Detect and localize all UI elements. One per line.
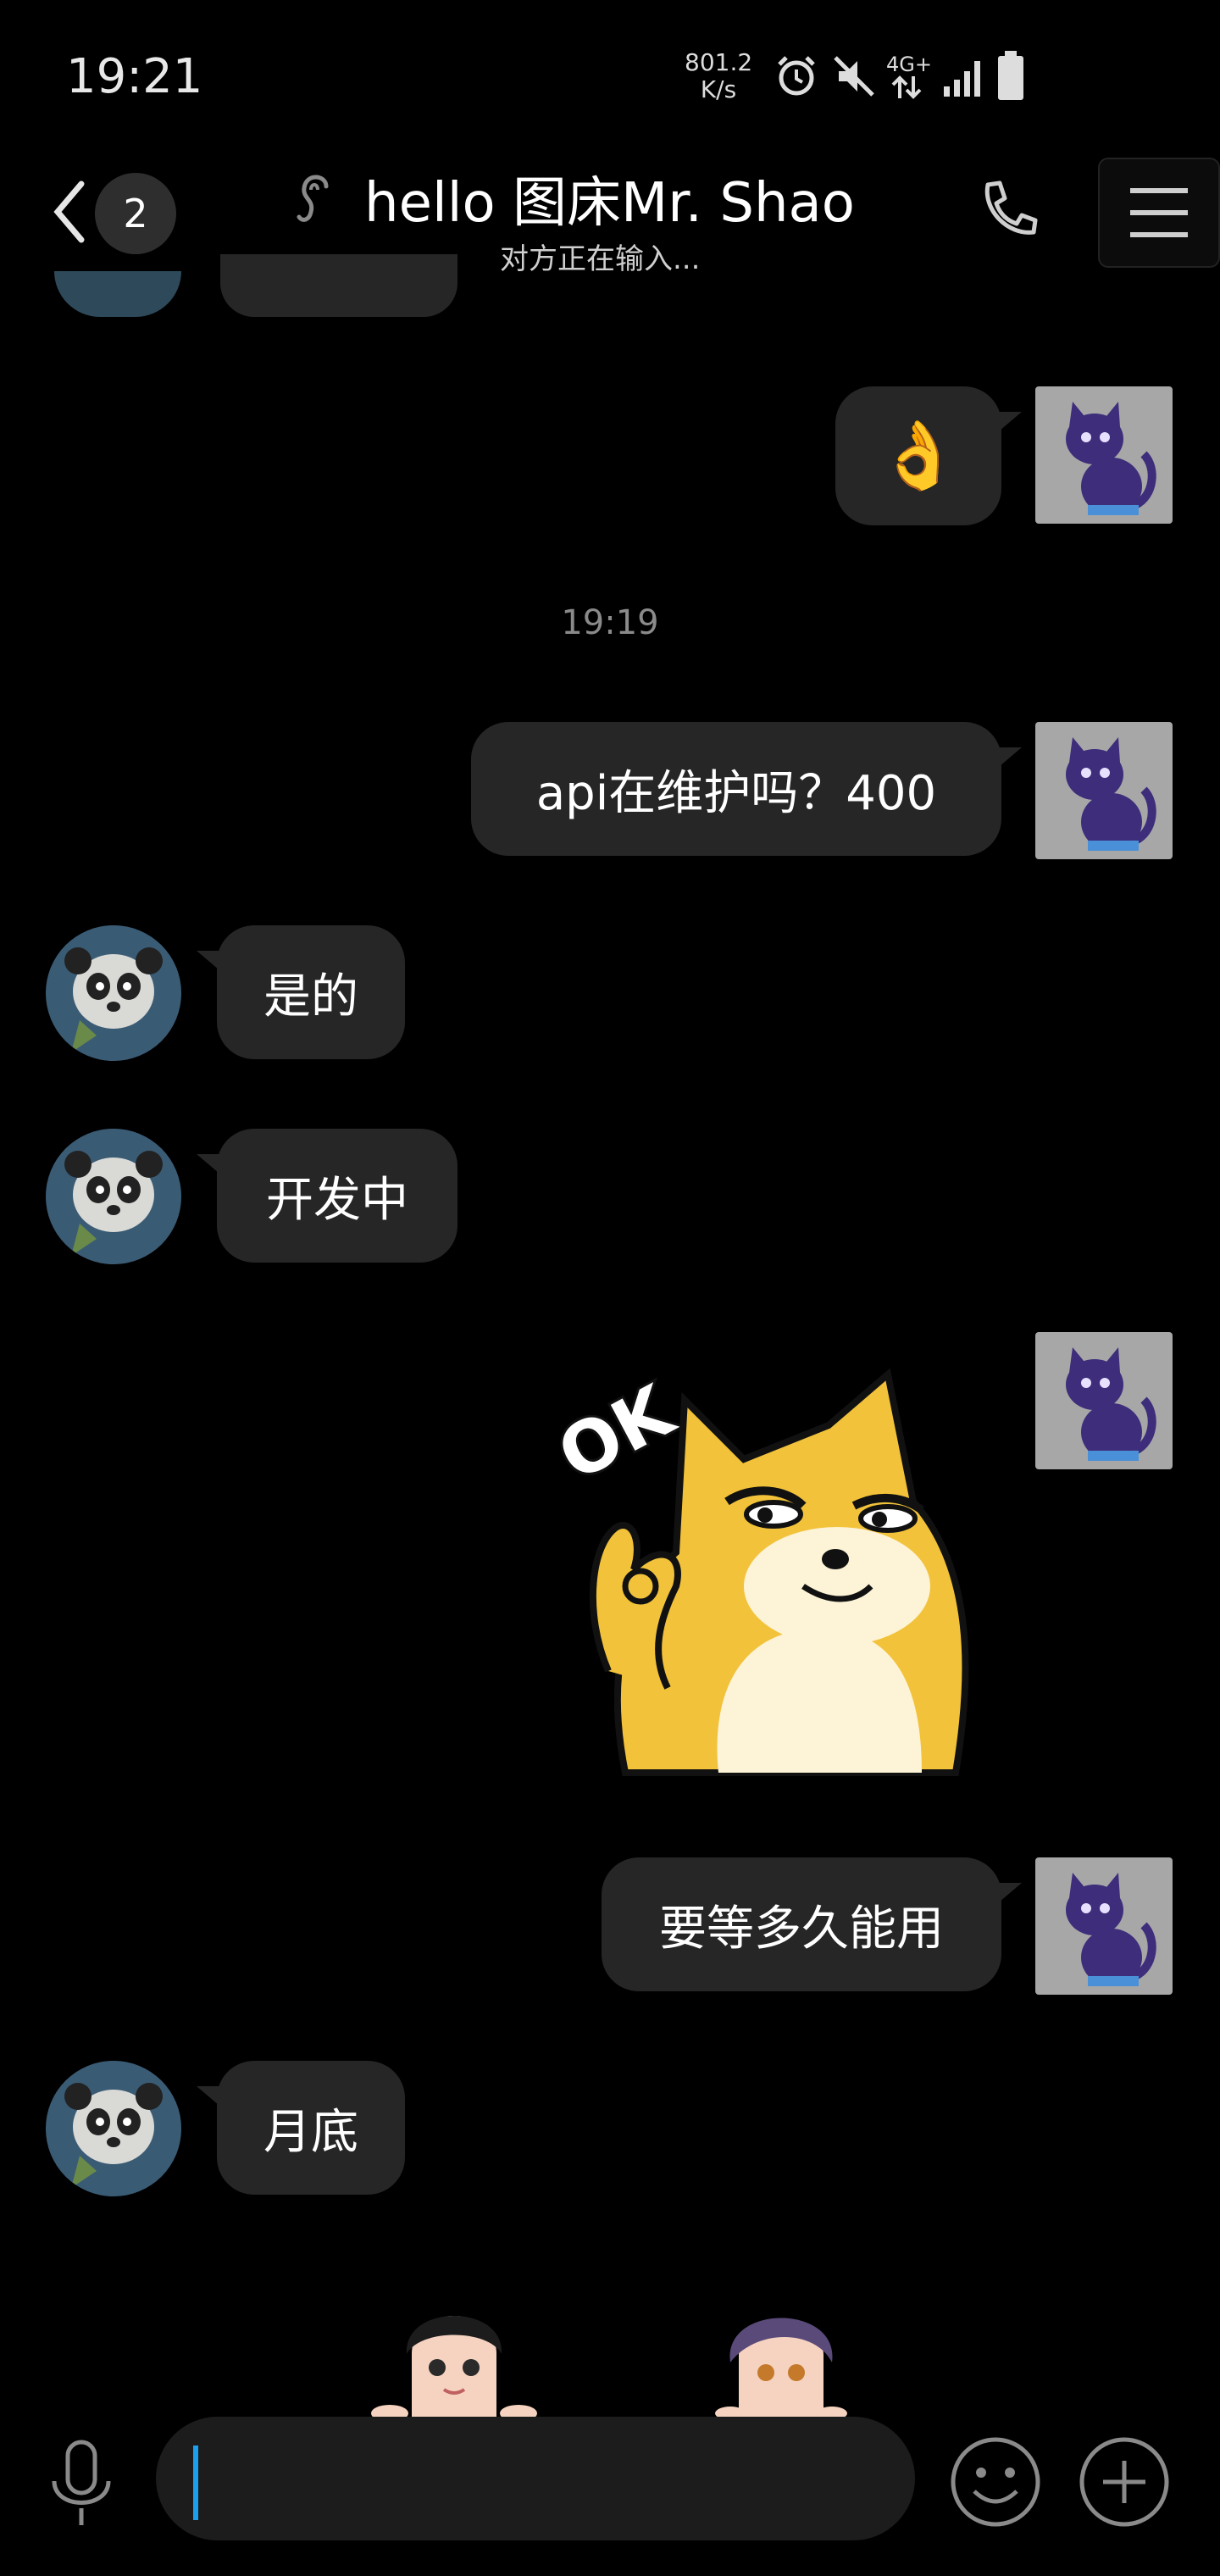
- message-text: 要等多久能用: [659, 1901, 944, 1957]
- microphone-icon[interactable]: [39, 2437, 124, 2530]
- unread-badge[interactable]: 2: [95, 173, 176, 254]
- contact-avatar[interactable]: [46, 1129, 181, 1264]
- mute-icon: [834, 56, 874, 97]
- message-bubble-sent[interactable]: api在维护吗？400: [471, 722, 1022, 856]
- message-bubble-received[interactable]: 月底: [197, 2061, 405, 2195]
- network-arrows-icon: [891, 75, 922, 99]
- user-avatar[interactable]: [1035, 1857, 1173, 1995]
- message-bubble-received[interactable]: 开发中: [197, 1129, 458, 1263]
- ok-sticker[interactable]: OK: [542, 1332, 1010, 1781]
- chat-timestamp: 19:19: [561, 603, 659, 642]
- user-avatar[interactable]: [1035, 722, 1173, 859]
- partial-message-bubble: [220, 254, 458, 317]
- message-text: 月底: [263, 2104, 358, 2160]
- cat-avatar-icon: [1066, 402, 1156, 515]
- cat-avatar-icon: [1066, 737, 1156, 851]
- emoji-icon[interactable]: [949, 2435, 1042, 2529]
- chat-title: hello 图床Mr. Shao: [364, 172, 855, 235]
- menu-button[interactable]: [1098, 158, 1220, 268]
- message-input[interactable]: [156, 2417, 915, 2540]
- cat-avatar-icon: [1066, 1347, 1156, 1461]
- phone-icon[interactable]: [974, 176, 1042, 244]
- shiba-ok-sticker-image: OK: [542, 1366, 969, 1776]
- panda-avatar-icon: [46, 925, 181, 1061]
- message-bubble-sent[interactable]: 👌: [835, 386, 1022, 525]
- typing-status: 对方正在输入...: [500, 242, 701, 276]
- message-text: 开发中: [266, 1172, 408, 1228]
- partial-avatar: [54, 271, 181, 317]
- alarm-icon: [778, 56, 815, 96]
- net-speed-unit: K/s: [700, 75, 737, 103]
- text-caret: [193, 2446, 198, 2520]
- ear-icon[interactable]: [292, 168, 343, 227]
- sticker-ok-text: OK: [549, 1368, 688, 1497]
- message-bubble-received[interactable]: 是的: [197, 925, 405, 1059]
- peeking-boy-character[interactable]: [369, 2295, 539, 2418]
- panda-avatar-icon: [46, 2061, 181, 2196]
- net-speed: 801.2 K/s: [685, 49, 752, 103]
- network-type: 4G+: [886, 53, 932, 76]
- user-avatar[interactable]: [1035, 386, 1173, 524]
- message-text: 是的: [263, 969, 358, 1024]
- cat-avatar-icon: [1066, 1873, 1156, 1986]
- user-avatar[interactable]: [1035, 1332, 1173, 1469]
- signal-icon: [944, 61, 980, 97]
- battery-icon: [998, 51, 1023, 100]
- net-speed-value: 801.2: [685, 48, 753, 76]
- panda-avatar-icon: [46, 1129, 181, 1264]
- contact-avatar[interactable]: [46, 2061, 181, 2196]
- status-time: 19:21: [66, 49, 203, 104]
- peeking-girl-character[interactable]: [705, 2295, 857, 2418]
- hamburger-icon: [1130, 188, 1188, 237]
- message-bubble-sent[interactable]: 要等多久能用: [602, 1857, 1022, 1991]
- ok-emoji: 👌: [877, 417, 960, 494]
- message-text: api在维护吗？400: [535, 765, 937, 821]
- contact-avatar[interactable]: [46, 925, 181, 1061]
- add-icon[interactable]: [1078, 2435, 1171, 2529]
- back-button[interactable]: [44, 174, 95, 250]
